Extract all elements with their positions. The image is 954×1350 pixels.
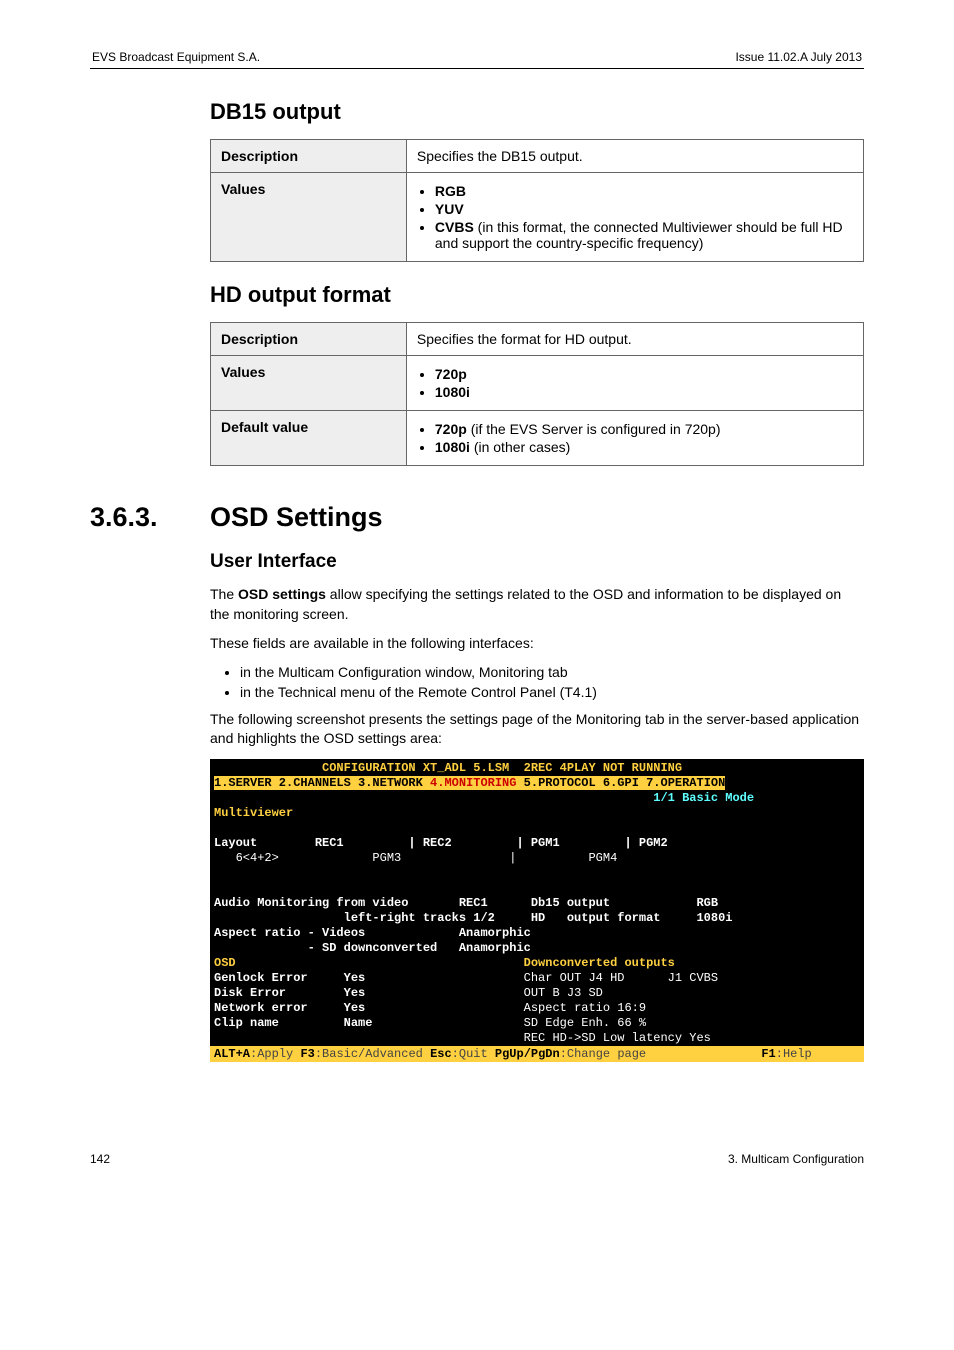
ui-heading: User Interface	[210, 551, 864, 573]
cell-label: Values	[211, 356, 407, 411]
term-line	[214, 1031, 524, 1045]
cell-label: Values	[211, 173, 407, 262]
term-section: Multiviewer	[214, 806, 293, 820]
term-line: Char OUT J4 HD J1 CVBS	[524, 971, 718, 985]
value-item: 1080i	[435, 439, 470, 455]
value-note: (in this format, the connected Multiview…	[435, 219, 843, 251]
term-line: Disk Error Yes	[214, 986, 524, 1000]
value-note: (if the EVS Server is configured in 720p…	[467, 421, 721, 437]
cell-label: Description	[211, 323, 407, 356]
term-line: Network error Yes	[214, 1001, 524, 1015]
term-title: CONFIGURATION XT_ADL 5.LSM 2REC 4PLAY NO…	[214, 761, 682, 775]
term-line: SD Edge Enh. 66 %	[524, 1016, 646, 1030]
term-line: Aspect ratio 16:9	[524, 1001, 646, 1015]
value-item: CVBS	[435, 219, 474, 235]
cell-value: 720p (if the EVS Server is configured in…	[406, 411, 863, 466]
value-item: YUV	[435, 201, 464, 217]
interface-list: in the Multicam Configuration window, Mo…	[210, 664, 864, 700]
terminal-footer: ALT+A:Apply F3:Basic/Advanced Esc:Quit P…	[210, 1046, 864, 1062]
header-right: Issue 11.02.A July 2013	[735, 50, 862, 64]
term-tab-active: 4.MONITORING	[430, 776, 516, 790]
paragraph: These fields are available in the follow…	[210, 634, 864, 654]
hd-table: Description Specifies the format for HD …	[210, 322, 864, 466]
cell-value: Specifies the format for HD output.	[406, 323, 863, 356]
term-line: Layout REC1 | REC2 | PGM1 | PGM2	[214, 836, 668, 850]
cell-value: RGB YUV CVBS (in this format, the connec…	[406, 173, 863, 262]
list-item: in the Technical menu of the Remote Cont…	[240, 684, 864, 700]
value-item: 720p	[435, 366, 467, 382]
page-number: 142	[90, 1152, 110, 1166]
term-tabs: 5.PROTOCOL 6.GPI 7.OPERATION	[516, 776, 725, 790]
value-item: 720p	[435, 421, 467, 437]
term-tabs: 1.SERVER 2.CHANNELS 3.NETWORK	[214, 776, 430, 790]
cell-value: 720p 1080i	[406, 356, 863, 411]
term-line: REC HD->SD Low latency Yes	[524, 1031, 711, 1045]
db15-table: Description Specifies the DB15 output. V…	[210, 139, 864, 262]
page-footer: 142 3. Multicam Configuration	[90, 1152, 864, 1166]
term-line: - SD downconverted Anamorphic	[214, 941, 531, 955]
list-item: in the Multicam Configuration window, Mo…	[240, 664, 864, 680]
term-osd-label: OSD	[214, 956, 524, 970]
term-line: Aspect ratio - Videos Anamorphic	[214, 926, 531, 940]
term-downconv-label: Downconverted outputs	[524, 956, 675, 970]
section-title: OSD Settings	[210, 502, 383, 533]
term-line: OUT B J3 SD	[524, 986, 603, 1000]
cell-value: Specifies the DB15 output.	[406, 140, 863, 173]
term-line: Genlock Error Yes	[214, 971, 524, 985]
terminal-screenshot: CONFIGURATION XT_ADL 5.LSM 2REC 4PLAY NO…	[210, 759, 864, 1046]
cell-label: Default value	[211, 411, 407, 466]
term-line: Audio Monitoring from video REC1 Db15 ou…	[214, 896, 718, 910]
page-header: EVS Broadcast Equipment S.A. Issue 11.02…	[90, 50, 864, 69]
term-line: 6<4+2> PGM3 | PGM4	[214, 851, 617, 865]
db15-heading: DB15 output	[210, 99, 864, 125]
cell-label: Description	[211, 140, 407, 173]
header-left: EVS Broadcast Equipment S.A.	[92, 50, 260, 64]
value-item: RGB	[435, 183, 466, 199]
hd-heading: HD output format	[210, 282, 864, 308]
value-item: 1080i	[435, 384, 470, 400]
paragraph: The following screenshot presents the se…	[210, 710, 864, 749]
term-mode: 1/1 Basic Mode	[214, 791, 754, 805]
section-number: 3.6.3.	[90, 502, 210, 533]
paragraph: The OSD settings allow specifying the se…	[210, 585, 864, 624]
term-line: Clip name Name	[214, 1016, 524, 1030]
value-note: (in other cases)	[470, 439, 570, 455]
footer-section: 3. Multicam Configuration	[728, 1152, 864, 1166]
term-line: left-right tracks 1/2 HD output format 1…	[214, 911, 732, 925]
